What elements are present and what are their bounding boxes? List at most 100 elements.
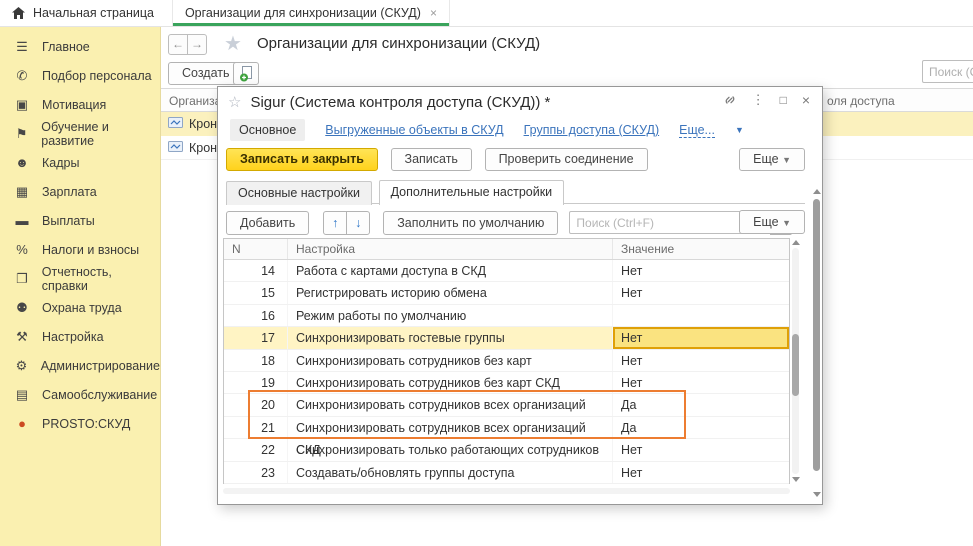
maximize-icon[interactable]: □: [780, 93, 787, 107]
move-up-button[interactable]: ↑: [323, 211, 347, 235]
sidebar-item-vyplaty[interactable]: ▬Выплаты: [0, 206, 160, 235]
nav-more-link[interactable]: Еще...: [679, 123, 715, 138]
cell-value[interactable]: Нет: [613, 462, 789, 483]
scrollbar-thumb[interactable]: [792, 334, 799, 396]
scroll-down-icon[interactable]: [813, 492, 821, 497]
cell-n[interactable]: 18: [224, 350, 288, 371]
cell-n[interactable]: 14: [224, 260, 288, 281]
cell-setting[interactable]: Синхронизировать сотрудников всех органи…: [288, 394, 613, 415]
settings-row[interactable]: 17Синхронизировать гостевые группыНет: [224, 327, 789, 349]
cell-value[interactable]: Да: [613, 417, 789, 438]
sidebar-item-samoobsluzhivanie[interactable]: ▤Самообслуживание: [0, 380, 160, 409]
cell-value[interactable]: [613, 305, 789, 326]
cell-setting[interactable]: Работа с картами доступа в СКД: [288, 260, 613, 281]
cell-value[interactable]: Нет: [613, 439, 789, 460]
form-scrollbar[interactable]: [812, 187, 821, 499]
settings-row[interactable]: 20Синхронизировать сотрудников всех орга…: [224, 394, 789, 416]
sidebar-item-label: Мотивация: [42, 98, 106, 112]
check-connection-button[interactable]: Проверить соединение: [485, 148, 648, 171]
sidebar-item-label: Налоги и взносы: [42, 243, 139, 257]
favorite-star-icon[interactable]: ★: [224, 31, 242, 56]
wrench-icon: ⚒: [13, 329, 31, 345]
sidebar-item-podbor-personala[interactable]: ✆Подбор персонала: [0, 61, 160, 90]
cell-value[interactable]: Да: [613, 394, 789, 415]
main-search-input[interactable]: [922, 60, 973, 83]
settings-row[interactable]: 21Синхронизировать сотрудников всех орга…: [224, 417, 789, 439]
more-label: Еще: [753, 152, 778, 166]
tab-additional-settings[interactable]: Дополнительные настройки: [379, 180, 565, 205]
home-icon: [12, 7, 25, 19]
settings-row[interactable]: 19Синхронизировать сотрудников без карт …: [224, 372, 789, 394]
sidebar-item-label: Зарплата: [42, 185, 97, 199]
cell-value[interactable]: Нет: [613, 350, 789, 371]
settings-row[interactable]: 16Режим работы по умолчанию: [224, 305, 789, 327]
tab-home[interactable]: Начальная страница: [0, 0, 173, 26]
cell-setting[interactable]: Синхронизировать только работающих сотру…: [288, 439, 613, 460]
scroll-up-icon[interactable]: [792, 240, 800, 245]
toolbar-more-button[interactable]: Еще ▼: [739, 210, 805, 234]
dialog-favorite-star-icon[interactable]: ☆: [228, 93, 241, 111]
cell-setting[interactable]: Синхронизировать сотрудников без карт: [288, 350, 613, 371]
sidebar-item-nastroika[interactable]: ⚒Настройка: [0, 322, 160, 351]
cell-n[interactable]: 15: [224, 282, 288, 303]
back-button[interactable]: ←: [168, 34, 188, 55]
command-more-button[interactable]: Еще ▼: [739, 148, 805, 171]
cell-value[interactable]: Нет: [613, 372, 789, 393]
move-down-button[interactable]: ↓: [346, 211, 370, 235]
nav-link-exported-objects[interactable]: Выгруженные объекты в СКУД: [325, 123, 503, 137]
create-group-button[interactable]: [233, 62, 259, 85]
cell-setting[interactable]: Создавать/обновлять группы доступа: [288, 462, 613, 483]
forward-button[interactable]: →: [187, 34, 207, 55]
settings-row[interactable]: 14Работа с картами доступа в СКДНет: [224, 260, 789, 282]
nav-link-access-groups[interactable]: Группы доступа (СКУД): [524, 123, 660, 137]
scroll-up-icon[interactable]: [813, 189, 821, 194]
cell-setting[interactable]: Режим работы по умолчанию: [288, 305, 613, 326]
cell-n[interactable]: 22: [224, 439, 288, 460]
sidebar-item-obuchenie[interactable]: ⚑Обучение и развитие: [0, 119, 160, 148]
settings-table-header: N Настройка Значение: [224, 239, 789, 260]
sidebar-item-label: Главное: [42, 40, 90, 54]
tab-basic-settings[interactable]: Основные настройки: [226, 181, 372, 205]
sidebar-item-prosto-skud[interactable]: ●PROSTO:СКУД: [0, 409, 160, 438]
settings-row[interactable]: 22Синхронизировать только работающих сот…: [224, 439, 789, 461]
cell-setting[interactable]: Синхронизировать сотрудников всех органи…: [288, 417, 613, 438]
cell-setting[interactable]: Синхронизировать гостевые группы: [288, 327, 613, 348]
scroll-down-icon[interactable]: [792, 477, 800, 482]
sidebar-item-glavnoe[interactable]: ☰Главное: [0, 32, 160, 61]
cell-n[interactable]: 19: [224, 372, 288, 393]
tab-close-icon[interactable]: ×: [430, 6, 437, 20]
cell-value[interactable]: Нет: [613, 327, 789, 348]
table-scrollbar[interactable]: [791, 238, 800, 484]
tab-organizations-sync[interactable]: Организации для синхронизации (СКУД) ×: [173, 0, 450, 26]
settings-row[interactable]: 18Синхронизировать сотрудников без картН…: [224, 350, 789, 372]
save-button[interactable]: Записать: [391, 148, 472, 171]
cell-n[interactable]: 17: [224, 327, 288, 348]
close-icon[interactable]: ×: [802, 92, 810, 108]
more-menu-icon[interactable]: ⋮: [752, 92, 765, 108]
table-horizontal-scrollbar[interactable]: [223, 488, 790, 494]
cell-value[interactable]: Нет: [613, 282, 789, 303]
add-button[interactable]: Добавить: [226, 211, 309, 235]
nav-main-tab[interactable]: Основное: [230, 119, 305, 141]
save-and-close-button[interactable]: Записать и закрыть: [226, 148, 378, 171]
cell-value[interactable]: Нет: [613, 260, 789, 281]
cell-n[interactable]: 16: [224, 305, 288, 326]
sidebar-item-administrirovanie[interactable]: ⚙Администрирование: [0, 351, 160, 380]
cell-setting[interactable]: Регистрировать историю обмена: [288, 282, 613, 303]
cell-n[interactable]: 21: [224, 417, 288, 438]
dialog-command-bar: Записать и закрыть Записать Проверить со…: [226, 148, 805, 174]
sidebar-item-ohrana-truda[interactable]: ⚉Охрана труда: [0, 293, 160, 322]
cell-n[interactable]: 23: [224, 462, 288, 483]
settings-row[interactable]: 15Регистрировать историю обменаНет: [224, 282, 789, 304]
fill-default-button[interactable]: Заполнить по умолчанию: [383, 211, 558, 235]
scrollbar-thumb[interactable]: [813, 199, 820, 471]
sidebar-item-motivacia[interactable]: ▣Мотивация: [0, 90, 160, 119]
sidebar-item-nalogi[interactable]: %Налоги и взносы: [0, 235, 160, 264]
sidebar-item-otchetnost[interactable]: ❐Отчетность, справки: [0, 264, 160, 293]
cell-n[interactable]: 20: [224, 394, 288, 415]
cell-setting[interactable]: Синхронизировать сотрудников без карт СК…: [288, 372, 613, 393]
link-icon[interactable]: [723, 93, 737, 107]
sidebar-item-kadry[interactable]: ☻Кадры: [0, 148, 160, 177]
sidebar-item-zarplata[interactable]: ▦Зарплата: [0, 177, 160, 206]
settings-row[interactable]: 23Создавать/обновлять группы доступаНет: [224, 462, 789, 484]
